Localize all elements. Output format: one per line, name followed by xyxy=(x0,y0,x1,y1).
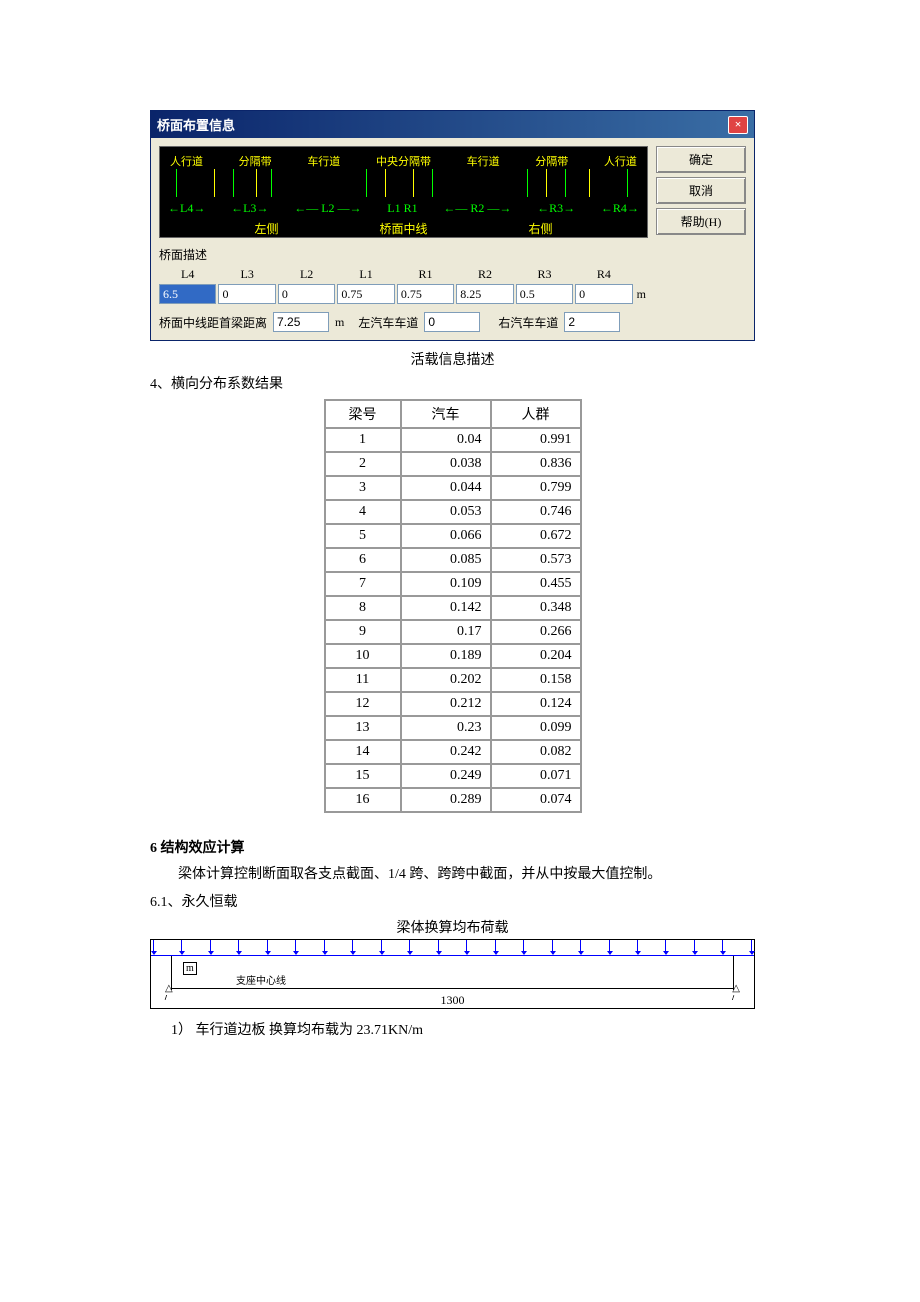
figure-caption: 活载信息描述 xyxy=(150,349,755,369)
beam-diagram: m 支座中心线 △///// △///// 1300 xyxy=(150,939,755,1009)
support-centerline-label: 支座中心线 xyxy=(236,972,286,987)
ok-button[interactable]: 确定 xyxy=(656,146,746,173)
dialog-title: 桥面布置信息 xyxy=(157,115,235,134)
beam-diagram-title: 梁体换算均布荷载 xyxy=(150,917,755,937)
diagram-label: 车行道 xyxy=(467,153,500,169)
coefficient-table: 梁号 汽车 人群 10.040.99120.0380.83630.0440.79… xyxy=(324,399,582,813)
diagram-center-label: 桥面中线 xyxy=(379,220,427,237)
table-row: 30.0440.799 xyxy=(325,476,581,500)
table-row: 110.2020.158 xyxy=(325,668,581,692)
field-l1[interactable] xyxy=(337,284,394,304)
bridge-layout-dialog: 桥面布置信息 × 人行道 分隔带 车行道 中央分隔带 车行道 分隔带 人行道 xyxy=(150,110,755,341)
table-row: 120.2120.124 xyxy=(325,692,581,716)
section-4-title: 4、横向分布系数结果 xyxy=(150,373,755,393)
table-header: 人群 xyxy=(491,400,581,428)
diagram-label: 人行道 xyxy=(604,153,637,169)
diagram-side-label: 左侧 xyxy=(254,220,278,237)
table-row: 50.0660.672 xyxy=(325,524,581,548)
diagram-label: 分隔带 xyxy=(239,153,272,169)
right-lanes-label: 右汽车车道 xyxy=(498,314,558,331)
table-row: 60.0850.573 xyxy=(325,548,581,572)
table-row: 10.040.991 xyxy=(325,428,581,452)
close-icon[interactable]: × xyxy=(728,116,748,134)
dialog-titlebar: 桥面布置信息 × xyxy=(151,111,754,138)
field-l2[interactable] xyxy=(278,284,335,304)
table-row: 40.0530.746 xyxy=(325,500,581,524)
centerline-dist-label: 桥面中线距首梁距离 xyxy=(159,314,267,331)
section-6-title: 6 结构效应计算 xyxy=(150,837,755,857)
diagram-label: 分隔带 xyxy=(535,153,568,169)
beam-span-value: 1300 xyxy=(441,993,465,1008)
field-r3[interactable] xyxy=(516,284,573,304)
right-lanes-input[interactable] xyxy=(564,312,620,332)
left-lanes-label: 左汽车车道 xyxy=(358,314,418,331)
table-row: 90.170.266 xyxy=(325,620,581,644)
table-row: 80.1420.348 xyxy=(325,596,581,620)
section-6-1-title: 6.1、永久恒载 xyxy=(150,891,755,911)
field-r4[interactable] xyxy=(575,284,632,304)
diagram-side-label: 右侧 xyxy=(528,220,552,237)
desc-group-label: 桥面描述 xyxy=(159,246,648,263)
diagram-label: 中央分隔带 xyxy=(376,153,431,169)
centerline-dist-input[interactable] xyxy=(273,312,329,332)
diagram-label: 人行道 xyxy=(170,153,203,169)
table-row: 100.1890.204 xyxy=(325,644,581,668)
bridge-diagram: 人行道 分隔带 车行道 中央分隔带 车行道 分隔带 人行道 xyxy=(159,146,648,238)
left-lanes-input[interactable] xyxy=(424,312,480,332)
table-row: 150.2490.071 xyxy=(325,764,581,788)
help-button[interactable]: 帮助(H) xyxy=(656,208,746,235)
field-r1[interactable] xyxy=(397,284,454,304)
table-row: 130.230.099 xyxy=(325,716,581,740)
diagram-label: 车行道 xyxy=(307,153,340,169)
field-l3[interactable] xyxy=(218,284,275,304)
table-row: 20.0380.836 xyxy=(325,452,581,476)
table-row: 70.1090.455 xyxy=(325,572,581,596)
cancel-button[interactable]: 取消 xyxy=(656,177,746,204)
field-r2[interactable] xyxy=(456,284,513,304)
note-1: 1） 车行道边板 换算均布载为 23.71KN/m xyxy=(150,1019,755,1039)
table-row: 140.2420.082 xyxy=(325,740,581,764)
unit-label: m xyxy=(635,287,648,304)
table-row: 160.2890.074 xyxy=(325,788,581,812)
table-header: 梁号 xyxy=(325,400,401,428)
field-l4[interactable] xyxy=(159,284,216,304)
section-6-paragraph: 梁体计算控制断面取各支点截面、1/4 跨、跨跨中截面，并从中按最大值控制。 xyxy=(150,863,755,887)
table-header: 汽车 xyxy=(401,400,491,428)
